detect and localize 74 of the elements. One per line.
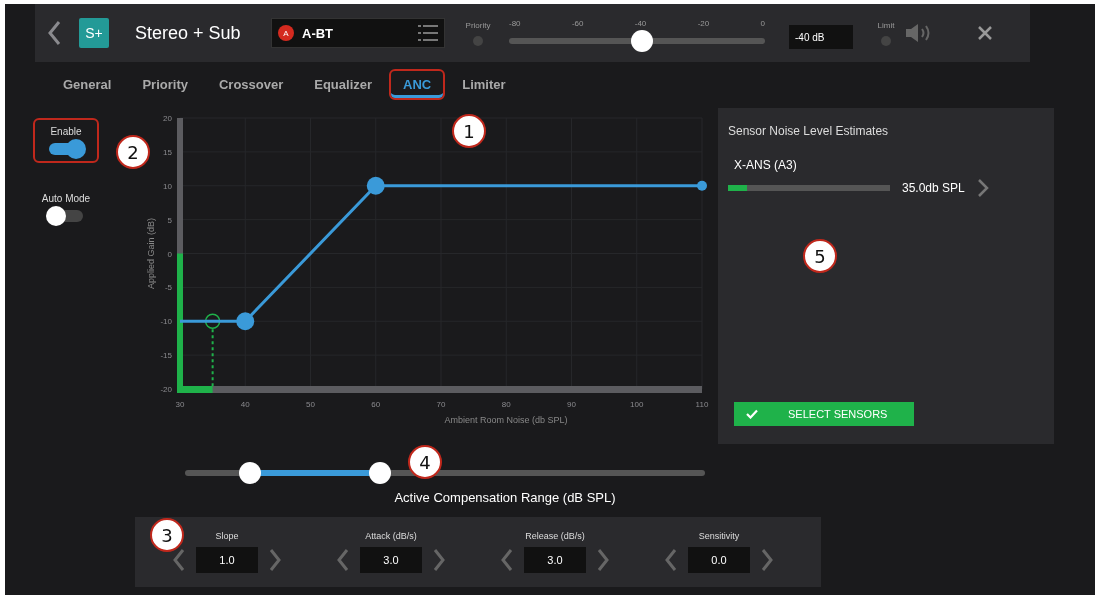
check-icon (746, 409, 758, 419)
tick-label: 110 (695, 400, 709, 409)
tick-label: -10 (160, 317, 172, 327)
tick-label: 100 (630, 400, 644, 409)
tick-label: 80 (501, 400, 511, 409)
curve-handle[interactable] (697, 180, 707, 191)
preset-title: Stereo + Sub (135, 22, 242, 44)
parameter-field[interactable]: 0.0 (688, 547, 750, 573)
tab[interactable]: ANC (389, 68, 446, 100)
parameter-label: Sensitivity (698, 531, 740, 541)
tab[interactable]: Limiter (448, 68, 520, 100)
tick-label: 0 (760, 18, 765, 28)
tick-label: -80 (509, 18, 521, 28)
tick-label: 90 (567, 400, 576, 409)
tick-label: -40 (634, 18, 647, 28)
chevron-right-icon[interactable] (596, 548, 610, 572)
chevron-left-icon[interactable] (336, 548, 350, 572)
slider-thumb[interactable] (631, 29, 654, 52)
tab[interactable]: General (49, 68, 126, 100)
tick-label: 30 (175, 400, 185, 409)
priority-indicator (473, 35, 483, 46)
parameter-label: Slope (215, 531, 239, 541)
source-selector[interactable]: A A-BT (271, 18, 445, 48)
parameter-label: Attack (dB/s) (365, 531, 417, 541)
toggle-label: Auto Mode (41, 193, 91, 204)
limit-label: Limit (877, 20, 895, 30)
tick-label: 60 (371, 400, 381, 409)
axis-title: Ambient Room Noise (db SPL) (444, 415, 568, 425)
tick-label: 0 (167, 249, 172, 259)
tick-label: -20 (697, 18, 710, 28)
axis-title: Applied Gain (dB) (146, 218, 156, 289)
chevron-left-icon[interactable] (172, 548, 186, 572)
sensor-reading: 35.0db SPL (902, 181, 965, 195)
tick-label: 10 (163, 181, 172, 191)
chevron-right-icon[interactable] (268, 548, 282, 572)
chevron-right-icon[interactable] (976, 178, 989, 198)
gain-field[interactable]: -40 dB (789, 25, 853, 49)
parameter-field[interactable]: 3.0 (524, 547, 586, 573)
tick-label: -5 (164, 283, 172, 293)
tab[interactable]: Equalizer (300, 68, 387, 100)
source-badge: A (278, 25, 294, 41)
panel-title: Sensor Noise Level Estimates (728, 124, 890, 138)
parameter-label: Release (dB/s) (525, 531, 585, 541)
tick-label: -60 (571, 18, 584, 28)
slider-thumb[interactable] (369, 462, 391, 484)
close-icon[interactable] (977, 25, 993, 41)
list-icon[interactable] (418, 24, 438, 42)
tab[interactable]: Crossover (204, 68, 298, 100)
slider-thumb[interactable] (239, 462, 261, 484)
back-icon[interactable] (47, 20, 61, 46)
toggle-label: Enable (50, 126, 82, 137)
tick-label: -15 (160, 351, 172, 361)
priority-slider[interactable] (509, 29, 765, 52)
tick-label: 50 (306, 400, 315, 409)
limit-indicator (881, 35, 891, 46)
tick-label: 20 (163, 114, 172, 123)
range-label: Active Compensation Range (dB SPL) (394, 490, 616, 505)
tab[interactable]: Priority (128, 68, 202, 100)
tick-label: -20 (160, 385, 172, 394)
chevron-left-icon[interactable] (500, 548, 514, 572)
sensor-name: X-ANS (A3) (734, 158, 798, 172)
preset-badge: S+ (79, 18, 109, 48)
tick-label: 40 (240, 400, 250, 409)
curve-handle[interactable] (236, 312, 255, 331)
tick-label: 5 (167, 215, 172, 225)
tick-label: 15 (163, 147, 172, 157)
chevron-right-icon[interactable] (432, 548, 446, 572)
chevron-right-icon[interactable] (760, 548, 774, 572)
tick-label: 70 (436, 400, 446, 409)
parameter-field[interactable]: 3.0 (360, 547, 422, 573)
chevron-left-icon[interactable] (664, 548, 678, 572)
curve-handle[interactable] (366, 176, 385, 195)
parameter-field[interactable]: 1.0 (196, 547, 258, 573)
priority-label: Priority (465, 20, 491, 30)
